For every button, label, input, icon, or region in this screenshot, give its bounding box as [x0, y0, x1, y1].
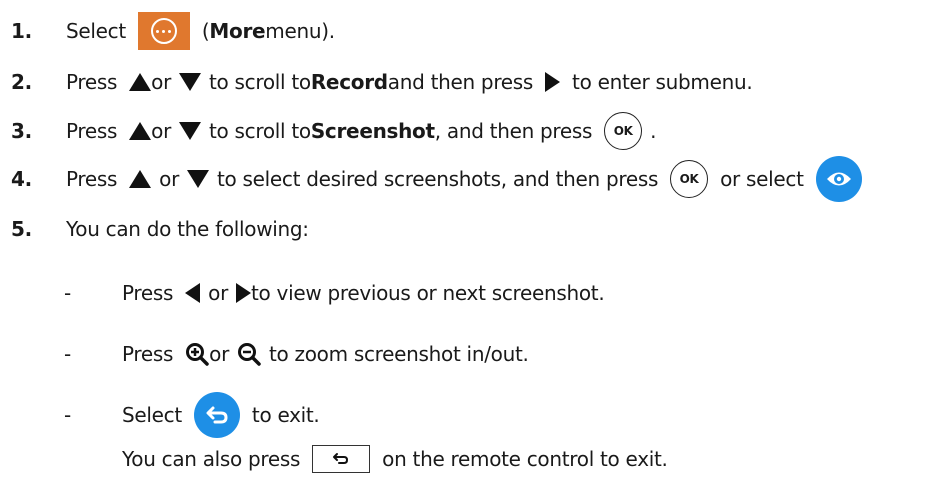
down-triangle-icon	[179, 122, 201, 140]
sub-text: to view previous or next screenshot.	[251, 281, 605, 305]
step-text: Press	[66, 70, 118, 94]
view-eye-icon[interactable]	[815, 156, 862, 202]
down-triangle-icon	[179, 73, 201, 91]
step-text: , and then press	[434, 119, 593, 143]
note-text: You can also press	[122, 447, 301, 471]
note-text: on the remote control to exit.	[382, 447, 668, 471]
dash-bullet: -	[64, 281, 71, 305]
up-triangle-icon	[129, 170, 152, 188]
step-bold: Screenshot	[310, 119, 435, 143]
sub-text: to zoom screenshot in/out.	[269, 342, 529, 366]
step-text: to scroll to	[209, 119, 311, 143]
step-text: Select	[66, 19, 126, 43]
ok-button-icon: OK	[604, 112, 643, 150]
step-text: or select	[720, 167, 804, 191]
step-text: to enter submenu.	[572, 70, 753, 94]
remote-back-icon	[312, 445, 371, 473]
step-text: .	[650, 119, 657, 143]
step-number: 2.	[11, 70, 32, 94]
step-text: to select desired screenshots, and then …	[217, 167, 659, 191]
step-text: Press	[66, 119, 118, 143]
ok-button-icon: OK	[670, 160, 709, 198]
zoom-in-icon	[186, 343, 209, 366]
left-triangle-icon	[185, 283, 201, 303]
step-number: 4.	[11, 167, 32, 191]
step-bold: Record	[310, 70, 388, 94]
zoom-out-icon	[238, 343, 261, 366]
or-text: or	[159, 167, 179, 191]
or-text: or	[151, 119, 171, 143]
step-text: Press	[66, 167, 118, 191]
right-triangle-icon	[236, 283, 251, 303]
dash-bullet: -	[64, 403, 71, 427]
sub-text: Select	[122, 403, 182, 427]
or-text: or	[151, 70, 171, 94]
step-text: and then press	[387, 70, 534, 94]
step-number: 5.	[11, 217, 32, 241]
step-number: 3.	[11, 119, 32, 143]
step-text: You can do the following:	[66, 217, 309, 241]
up-triangle-icon	[129, 73, 152, 91]
sub-text: to exit.	[251, 403, 320, 427]
right-triangle-icon	[545, 72, 561, 92]
or-text: or	[209, 342, 229, 366]
up-triangle-icon	[129, 122, 152, 140]
dash-bullet: -	[64, 342, 71, 366]
step-bold: More	[209, 19, 266, 43]
more-icon[interactable]	[137, 12, 190, 50]
step-text: to scroll to	[209, 70, 311, 94]
sub-text: Press	[122, 342, 174, 366]
or-text: or	[208, 281, 228, 305]
back-icon[interactable]	[193, 392, 240, 438]
down-triangle-icon	[187, 170, 209, 188]
sub-text: Press	[122, 281, 174, 305]
step-text: (	[201, 19, 210, 43]
step-number: 1.	[11, 19, 32, 43]
step-text: menu).	[265, 19, 335, 43]
